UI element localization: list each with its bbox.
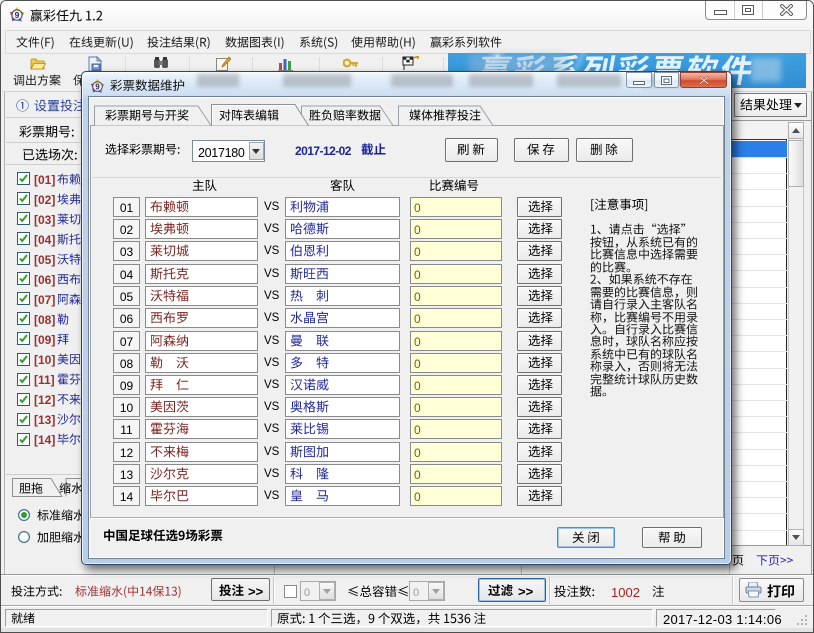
svg-text:9: 9 [15, 10, 20, 20]
svg-text:9: 9 [95, 82, 100, 91]
